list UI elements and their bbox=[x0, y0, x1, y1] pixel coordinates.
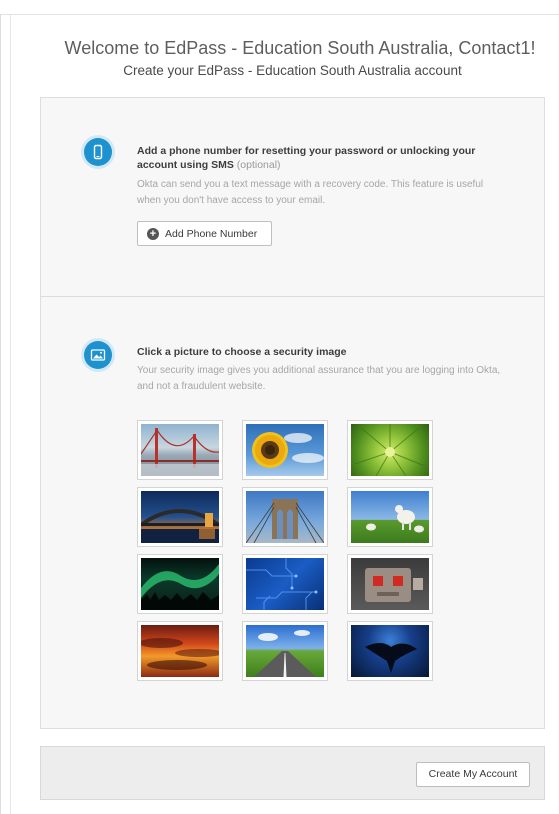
security-image-heading: Click a picture to choose a security ima… bbox=[137, 346, 347, 358]
security-image-open-road[interactable] bbox=[242, 621, 328, 681]
security-image-harbour-bridge-night[interactable] bbox=[137, 487, 223, 547]
security-image-golden-gate-bridge[interactable] bbox=[137, 420, 223, 480]
add-phone-number-button[interactable]: + Add Phone Number bbox=[137, 221, 272, 246]
footer-bar: Create My Account bbox=[40, 746, 545, 800]
phone-icon bbox=[84, 138, 112, 166]
security-image-aurora-borealis[interactable] bbox=[137, 554, 223, 614]
phone-heading-text: Add a phone number for resetting your pa… bbox=[137, 145, 476, 171]
page-subtitle: Create your EdPass - Education South Aus… bbox=[123, 63, 462, 78]
security-image-sunset-clouds[interactable] bbox=[137, 621, 223, 681]
security-image-lambs-in-field[interactable] bbox=[347, 487, 433, 547]
security-image-green-succulent[interactable] bbox=[347, 420, 433, 480]
plus-circle-icon: + bbox=[147, 227, 159, 240]
security-image-robot-toy[interactable] bbox=[347, 554, 433, 614]
security-image-brooklyn-bridge[interactable] bbox=[242, 487, 328, 547]
image-icon bbox=[84, 341, 112, 369]
security-image-circuit-board[interactable] bbox=[242, 554, 328, 614]
security-image-description: Your security image gives you additional… bbox=[137, 365, 501, 392]
left-rule bbox=[10, 14, 11, 814]
security-image-manta-ray[interactable] bbox=[347, 621, 433, 681]
page-title: Welcome to EdPass - Education South Aust… bbox=[64, 38, 536, 58]
phone-section-heading: Add a phone number for resetting your pa… bbox=[137, 144, 497, 172]
create-my-account-button[interactable]: Create My Account bbox=[416, 762, 530, 787]
add-phone-number-label: Add Phone Number bbox=[165, 227, 258, 240]
phone-section-description: Okta can send you a text message with a … bbox=[137, 179, 484, 206]
optional-label: (optional) bbox=[236, 159, 281, 171]
setup-panel: Add a phone number for resetting your pa… bbox=[40, 97, 545, 729]
security-image-grid bbox=[137, 420, 437, 683]
section-divider bbox=[41, 296, 544, 297]
security-image-sunflower[interactable] bbox=[242, 420, 328, 480]
